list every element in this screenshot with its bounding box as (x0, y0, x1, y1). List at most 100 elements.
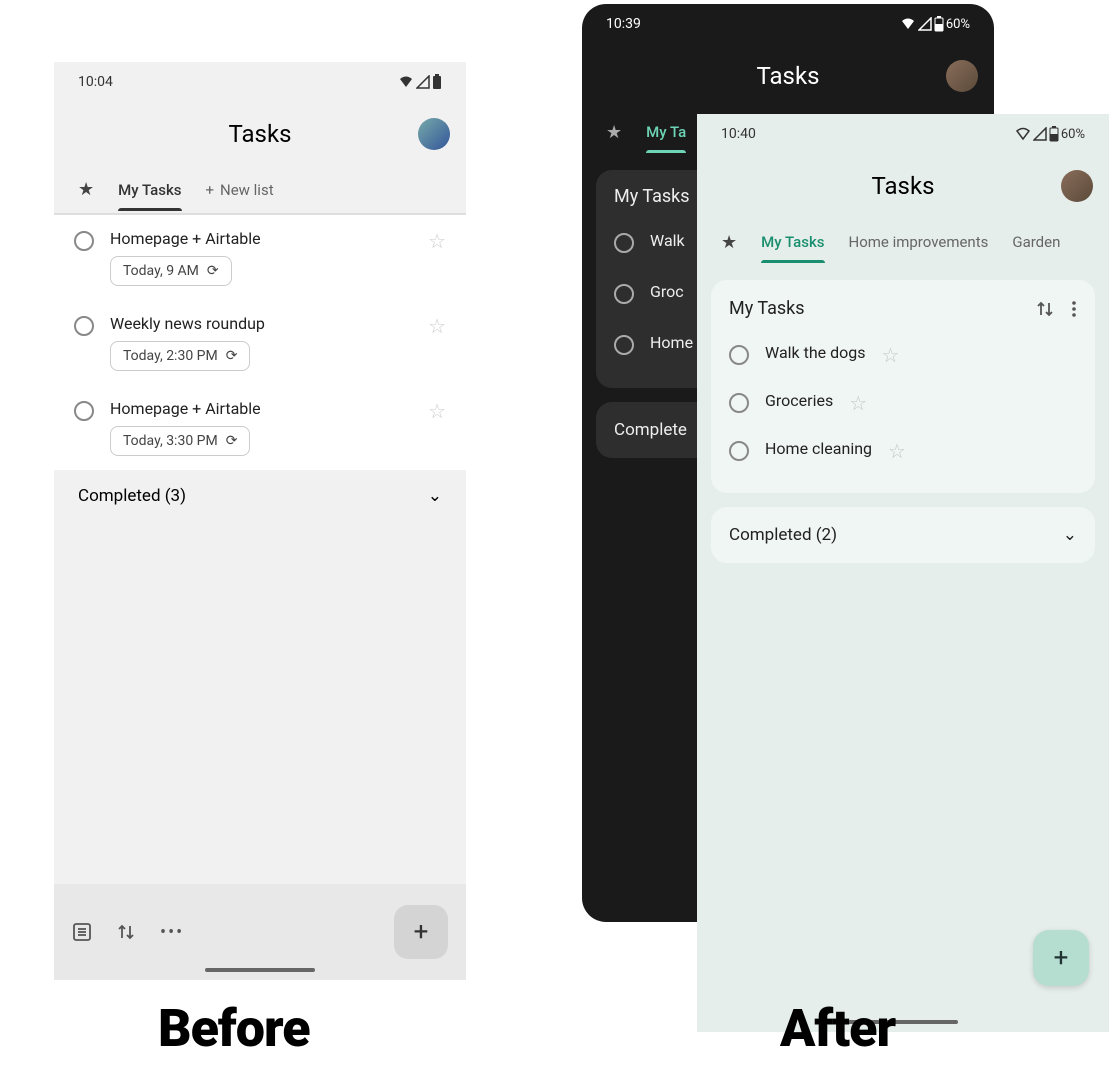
signal-icon (416, 75, 430, 89)
bottom-bar: ••• + (54, 884, 466, 980)
task-title: Groc (650, 282, 684, 301)
checkbox-circle[interactable] (74, 401, 94, 421)
task-content: Homepage + Airtable Today, 9 AM⟳ (110, 229, 412, 286)
before-label: Before (158, 998, 310, 1059)
star-icon[interactable]: ☆ (428, 314, 446, 338)
more-icon[interactable]: ••• (160, 922, 184, 943)
task-item[interactable]: Home cleaning ☆ (729, 427, 1077, 475)
tab-garden[interactable]: Garden (1012, 221, 1060, 263)
checkbox-circle[interactable] (729, 441, 749, 461)
date-chip[interactable]: Today, 9 AM⟳ (110, 256, 232, 286)
star-icon[interactable]: ☆ (882, 343, 900, 367)
card-actions (1035, 299, 1077, 319)
wifi-icon (398, 75, 414, 89)
checkbox-circle[interactable] (74, 316, 94, 336)
checkbox-circle[interactable] (729, 393, 749, 413)
tab-my-tasks[interactable]: My Ta (646, 111, 686, 153)
task-list: Homepage + Airtable Today, 9 AM⟳ ☆ Weekl… (54, 214, 466, 470)
star-icon[interactable]: ☆ (428, 229, 446, 253)
task-item[interactable]: Groceries ☆ (729, 379, 1077, 427)
star-tab[interactable]: ★ (606, 122, 622, 143)
completed-section[interactable]: Completed (3) ⌄ (54, 470, 466, 522)
status-bar: 10:04 (54, 62, 466, 102)
checkbox-circle[interactable] (74, 231, 94, 251)
task-item[interactable]: Homepage + Airtable Today, 9 AM⟳ ☆ (54, 215, 466, 300)
clock: 10:39 (606, 16, 641, 32)
task-title: Weekly news roundup (110, 314, 412, 333)
add-button[interactable]: + (394, 905, 448, 959)
task-title: Home cleaning (765, 439, 872, 458)
page-title: Tasks (872, 172, 935, 200)
after-label: After (780, 998, 895, 1059)
sort-icon[interactable] (1035, 299, 1055, 319)
add-button[interactable]: + (1033, 930, 1089, 986)
clock: 10:04 (78, 74, 113, 90)
task-item[interactable]: Walk the dogs ☆ (729, 331, 1077, 379)
app-header: Tasks (582, 44, 994, 108)
app-header: Tasks (54, 102, 466, 166)
phone-before: 10:04 Tasks ★ My Tasks +New list Homepag… (54, 62, 466, 980)
tabs: ★ My Tasks +New list (54, 166, 466, 214)
star-icon[interactable]: ☆ (428, 399, 446, 423)
status-icons: 60% (1015, 126, 1085, 142)
tab-my-tasks[interactable]: My Tasks (118, 169, 181, 211)
app-header: Tasks (697, 154, 1109, 218)
page-title: Tasks (229, 120, 292, 148)
avatar[interactable] (946, 60, 978, 92)
task-item[interactable]: Homepage + Airtable Today, 3:30 PM⟳ ☆ (54, 385, 466, 470)
star-tab[interactable]: ★ (721, 232, 737, 253)
tabs: ★ My Tasks Home improvements Garden (697, 218, 1109, 266)
wifi-icon (1015, 127, 1031, 141)
card-title: My Tasks (729, 298, 805, 319)
sort-icon[interactable] (116, 922, 136, 942)
nav-pill[interactable] (205, 968, 315, 972)
page-title: Tasks (757, 62, 820, 90)
signal-icon (918, 17, 932, 31)
wifi-icon (900, 17, 916, 31)
completed-label: Completed (2) (729, 525, 837, 545)
completed-label: Completed (3) (78, 486, 186, 506)
battery-icon (432, 74, 442, 90)
task-title: Home (650, 333, 693, 352)
battery-percent: 60% (1061, 127, 1085, 142)
avatar[interactable] (418, 118, 450, 150)
chevron-down-icon: ⌄ (428, 486, 442, 506)
tab-my-tasks[interactable]: My Tasks (761, 221, 824, 263)
avatar[interactable] (1061, 170, 1093, 202)
checkbox-circle[interactable] (614, 335, 634, 355)
checkbox-circle[interactable] (729, 345, 749, 365)
task-item[interactable]: Weekly news roundup Today, 2:30 PM⟳ ☆ (54, 300, 466, 385)
completed-section[interactable]: Completed (2) ⌄ (711, 507, 1095, 563)
bottom-actions: ••• (72, 922, 184, 943)
task-title: Walk (650, 231, 685, 250)
battery-percent: 60% (946, 17, 970, 32)
battery-icon (934, 16, 944, 32)
clock: 10:40 (721, 126, 756, 142)
checkbox-circle[interactable] (614, 284, 634, 304)
star-icon[interactable]: ☆ (849, 391, 867, 415)
status-bar: 10:39 60% (582, 4, 994, 44)
task-title: Homepage + Airtable (110, 229, 412, 248)
star-tab[interactable]: ★ (78, 179, 94, 200)
repeat-icon: ⟳ (226, 348, 238, 364)
checkbox-circle[interactable] (614, 233, 634, 253)
tab-new-list[interactable]: +New list (206, 181, 274, 199)
battery-icon (1049, 126, 1059, 142)
star-icon[interactable]: ☆ (888, 439, 906, 463)
more-icon[interactable] (1071, 299, 1077, 319)
status-bar: 10:40 60% (697, 114, 1109, 154)
plus-icon: + (206, 181, 215, 199)
plus-icon: + (414, 917, 429, 947)
date-chip[interactable]: Today, 3:30 PM⟳ (110, 426, 250, 456)
phone-after: 10:40 60% Tasks ★ My Tasks Home improvem… (697, 114, 1109, 1032)
status-icons (398, 74, 442, 90)
signal-icon (1033, 127, 1047, 141)
date-chip[interactable]: Today, 2:30 PM⟳ (110, 341, 250, 371)
task-title: Walk the dogs (765, 343, 866, 362)
task-title: Homepage + Airtable (110, 399, 412, 418)
status-icons: 60% (900, 16, 970, 32)
tab-home-improvements[interactable]: Home improvements (849, 221, 989, 263)
task-content: Homepage + Airtable Today, 3:30 PM⟳ (110, 399, 412, 456)
list-icon[interactable] (72, 922, 92, 942)
chevron-down-icon: ⌄ (1063, 525, 1077, 545)
